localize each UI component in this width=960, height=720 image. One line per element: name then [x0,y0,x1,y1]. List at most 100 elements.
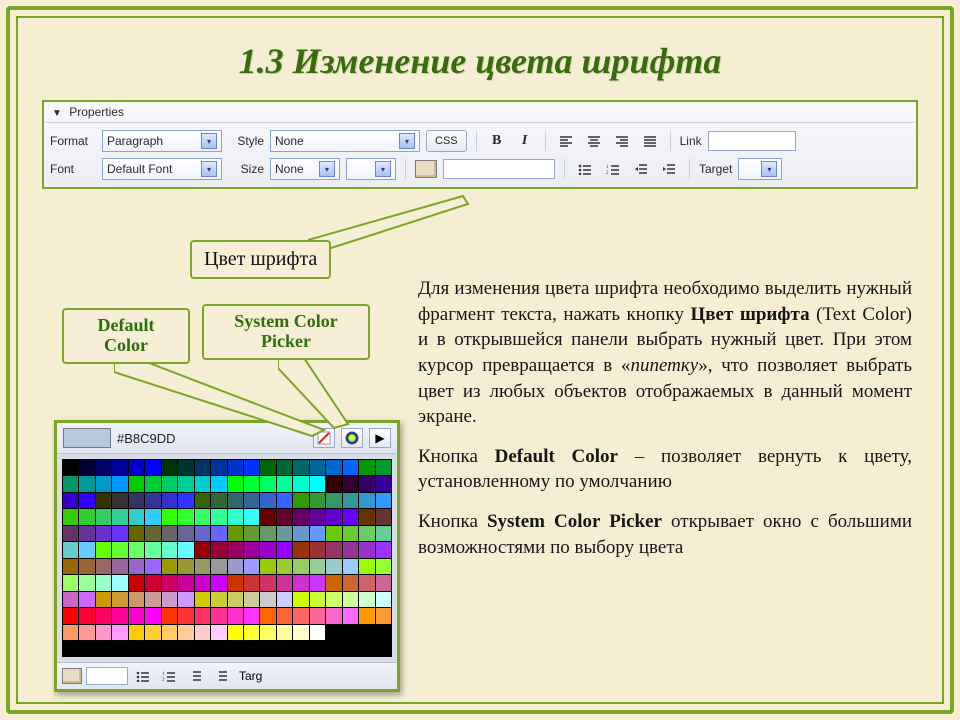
color-cell[interactable] [343,592,358,607]
color-cell[interactable] [326,641,341,656]
color-cell[interactable] [228,608,243,623]
color-cell[interactable] [63,625,78,640]
color-cell[interactable] [96,592,111,607]
css-button[interactable]: CSS [426,130,467,152]
color-cell[interactable] [129,509,144,524]
color-cell[interactable] [211,559,226,574]
link-input[interactable] [708,131,796,151]
color-cell[interactable] [112,592,127,607]
color-cell[interactable] [359,493,374,508]
color-cell[interactable] [376,592,391,607]
color-cell[interactable] [162,493,177,508]
color-cell[interactable] [178,625,193,640]
color-cell[interactable] [63,641,78,656]
color-cell[interactable] [359,559,374,574]
color-cell[interactable] [326,575,341,590]
color-cell[interactable] [211,460,226,475]
color-cell[interactable] [359,460,374,475]
color-cell[interactable] [293,526,308,541]
color-cell[interactable] [310,608,325,623]
bold-button[interactable]: B [486,131,508,151]
footer-color-input[interactable] [86,667,128,685]
color-cell[interactable] [260,625,275,640]
color-cell[interactable] [228,625,243,640]
color-cell[interactable] [63,460,78,475]
color-cell[interactable] [310,476,325,491]
color-cell[interactable] [260,526,275,541]
color-cell[interactable] [260,509,275,524]
color-cell[interactable] [326,542,341,557]
color-cell[interactable] [79,575,94,590]
color-cell[interactable] [145,625,160,640]
color-cell[interactable] [277,592,292,607]
size-combo[interactable]: None ▾ [270,158,340,180]
color-cell[interactable] [293,509,308,524]
color-cell[interactable] [96,542,111,557]
color-cell[interactable] [129,641,144,656]
color-cell[interactable] [145,608,160,623]
color-cell[interactable] [96,509,111,524]
color-cell[interactable] [178,542,193,557]
color-cell[interactable] [129,542,144,557]
color-cell[interactable] [359,592,374,607]
color-cell[interactable] [79,476,94,491]
color-cell[interactable] [343,608,358,623]
color-cell[interactable] [359,608,374,623]
color-cell[interactable] [277,625,292,640]
color-cell[interactable] [63,559,78,574]
color-cell[interactable] [310,542,325,557]
text-color-swatch[interactable] [415,160,437,178]
color-cell[interactable] [96,493,111,508]
color-cell[interactable] [211,608,226,623]
color-cell[interactable] [376,460,391,475]
color-cell[interactable] [293,460,308,475]
color-cell[interactable] [376,509,391,524]
color-cell[interactable] [376,641,391,656]
color-cell[interactable] [112,575,127,590]
color-cell[interactable] [63,509,78,524]
color-cell[interactable] [211,509,226,524]
color-cell[interactable] [277,476,292,491]
color-cell[interactable] [129,575,144,590]
color-cell[interactable] [211,625,226,640]
color-cell[interactable] [112,608,127,623]
color-cell[interactable] [244,476,259,491]
unordered-list-button[interactable] [574,159,596,179]
color-cell[interactable] [178,460,193,475]
color-cell[interactable] [96,608,111,623]
color-cell[interactable] [63,542,78,557]
color-cell[interactable] [211,542,226,557]
align-right-button[interactable] [611,131,633,151]
color-cell[interactable] [277,641,292,656]
color-cell[interactable] [228,460,243,475]
color-cell[interactable] [293,575,308,590]
color-cell[interactable] [277,608,292,623]
color-cell[interactable] [244,509,259,524]
ordered-list-button[interactable]: 12 [602,159,624,179]
color-cell[interactable] [277,509,292,524]
color-cell[interactable] [63,575,78,590]
color-cell[interactable] [326,559,341,574]
color-cell[interactable] [96,559,111,574]
color-cell[interactable] [310,509,325,524]
color-cell[interactable] [326,476,341,491]
color-cell[interactable] [343,542,358,557]
color-cell[interactable] [145,575,160,590]
align-left-button[interactable] [555,131,577,151]
color-cell[interactable] [96,625,111,640]
color-cell[interactable] [343,460,358,475]
unordered-list-button[interactable] [132,666,154,686]
color-cell[interactable] [277,460,292,475]
color-cell[interactable] [343,641,358,656]
color-cell[interactable] [79,592,94,607]
color-cell[interactable] [96,460,111,475]
color-cell[interactable] [63,476,78,491]
size-unit-combo[interactable]: ▾ [346,158,396,180]
color-cell[interactable] [195,542,210,557]
outdent-button[interactable] [630,159,652,179]
color-cell[interactable] [178,526,193,541]
color-cell[interactable] [228,641,243,656]
color-cell[interactable] [228,575,243,590]
color-cell[interactable] [244,493,259,508]
color-cell[interactable] [112,476,127,491]
